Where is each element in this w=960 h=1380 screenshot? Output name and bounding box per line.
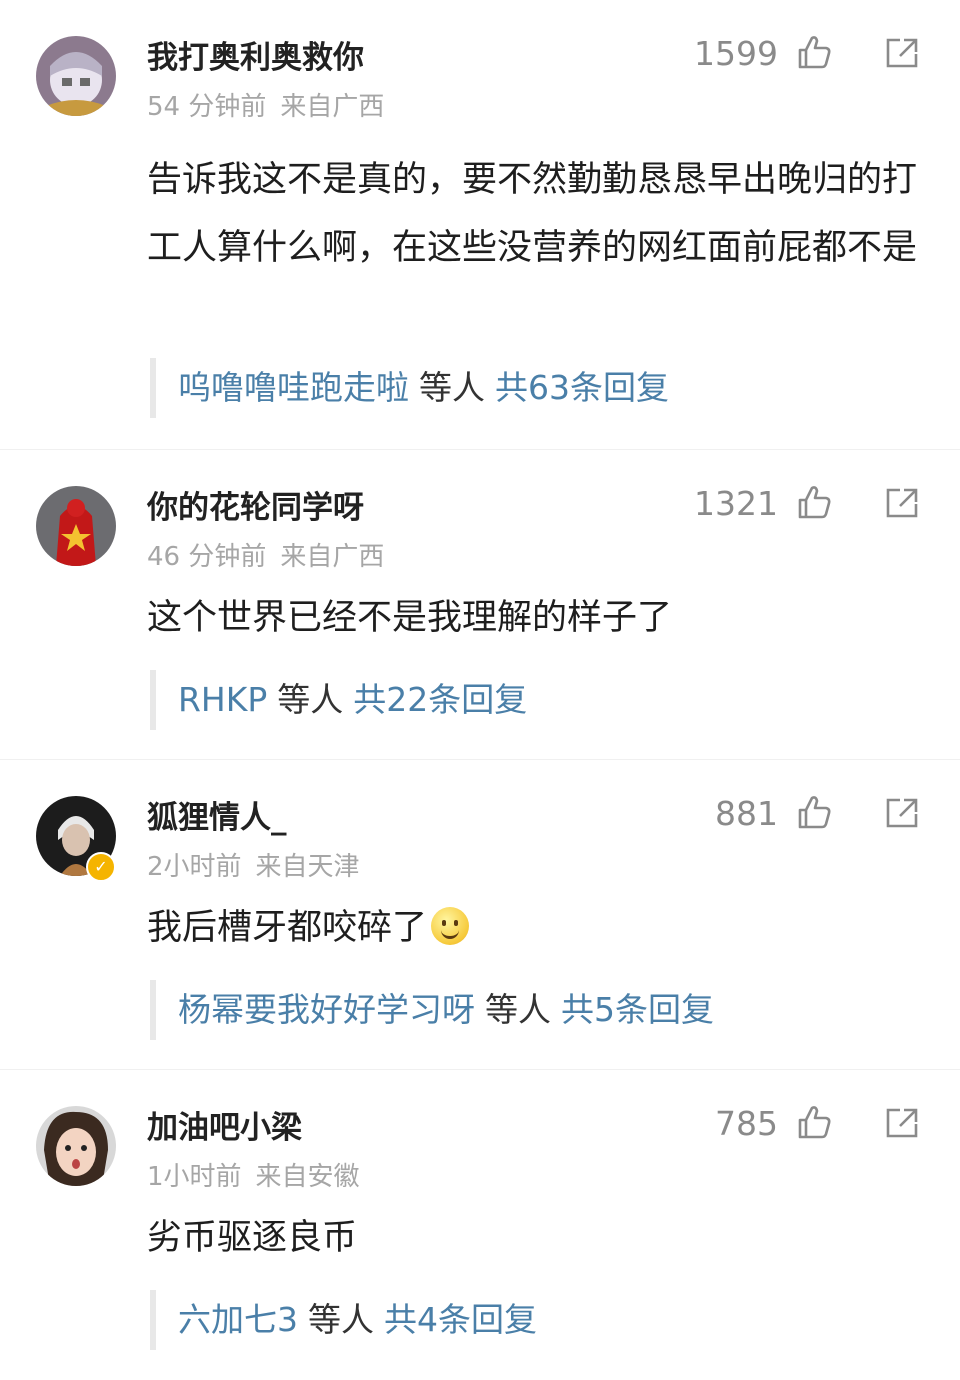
location: 来自天津	[255, 852, 360, 882]
reply-count-link[interactable]: 共4条回复	[384, 1300, 537, 1339]
avatar[interactable]	[36, 36, 116, 116]
comment-text: 这个世界已经不是我理解的样子了	[147, 598, 673, 638]
reply-count-link[interactable]: 共5条回复	[561, 990, 714, 1029]
reply-connector: 等人	[485, 990, 551, 1029]
reply-summary[interactable]: RHKP 等人 共22条回复	[150, 670, 527, 730]
thumbs-up-icon[interactable]	[796, 34, 832, 70]
reply-connector: 等人	[308, 1300, 374, 1339]
reply-names[interactable]: 六加七3	[178, 1300, 298, 1339]
thumbs-up-icon[interactable]	[796, 484, 832, 520]
like-count: 1321	[694, 484, 778, 523]
timestamp: 54 分钟前	[147, 92, 267, 122]
reply-connector: 等人	[419, 368, 485, 407]
reply-connector: 等人	[277, 680, 344, 719]
share-icon[interactable]	[884, 486, 920, 520]
comment-text-content: 我后槽牙都咬碎了	[147, 908, 428, 948]
comment-meta: 46 分钟前 来自广西	[147, 536, 384, 573]
comment-text: 劣币驱逐良币	[147, 1218, 358, 1258]
username[interactable]: 加油吧小梁	[147, 1102, 302, 1147]
comment-item: ✓ 狐狸情人_ 2小时前 来自天津 881 我后槽牙都咬碎了 杨幂要我好好学习呀等…	[0, 760, 960, 1070]
timestamp: 1小时前	[147, 1162, 242, 1192]
location: 来自广西	[280, 92, 385, 122]
verified-badge-icon: ✓	[86, 852, 116, 882]
reply-names[interactable]: RHKP	[178, 680, 267, 719]
like-count: 785	[715, 1104, 778, 1143]
share-icon[interactable]	[884, 36, 920, 70]
reply-count-link[interactable]: 共63条回复	[495, 368, 669, 407]
comment-item: 加油吧小梁 1小时前 来自安徽 785 劣币驱逐良币 六加七3 等人 共4条回复	[0, 1070, 960, 1380]
thumbs-up-icon[interactable]	[796, 1104, 832, 1140]
reply-names[interactable]: 呜噜噜哇跑走啦	[178, 368, 409, 407]
comment-item: 我打奥利奥救你 54 分钟前 来自广西 1599 告诉我这不是真的，要不然勤勤恳恳…	[0, 0, 960, 450]
username[interactable]: 你的花轮同学呀	[147, 482, 364, 527]
comment-meta: 54 分钟前 来自广西	[147, 86, 384, 123]
thumbs-up-icon[interactable]	[796, 794, 832, 830]
location: 来自安徽	[255, 1162, 360, 1192]
reply-summary[interactable]: 六加七3 等人 共4条回复	[150, 1290, 537, 1350]
timestamp: 46 分钟前	[147, 542, 267, 572]
reply-summary[interactable]: 杨幂要我好好学习呀 等人 共5条回复	[150, 980, 714, 1040]
comment-text: 告诉我这不是真的，要不然勤勤恳恳早出晚归的打工人算什么啊，在这些没营养的网红面前…	[147, 160, 918, 268]
reply-count-link[interactable]: 共22条回复	[353, 680, 527, 719]
timestamp: 2小时前	[147, 852, 242, 882]
avatar[interactable]	[36, 486, 116, 566]
comment-item: 你的花轮同学呀 46 分钟前 来自广西 1321 这个世界已经不是我理解的样子了 …	[0, 450, 960, 760]
share-icon[interactable]	[884, 796, 920, 830]
share-icon[interactable]	[884, 1106, 920, 1140]
comment-list: 我打奥利奥救你 54 分钟前 来自广西 1599 告诉我这不是真的，要不然勤勤恳恳…	[0, 0, 960, 1380]
smiley-emoji-icon	[431, 907, 470, 945]
username[interactable]: 我打奥利奥救你	[147, 32, 364, 77]
like-count: 1599	[694, 34, 778, 73]
location: 来自广西	[280, 542, 385, 572]
comment-text: 我后槽牙都咬碎了	[147, 894, 917, 962]
avatar[interactable]	[36, 1106, 116, 1186]
like-count: 881	[715, 794, 778, 833]
reply-names[interactable]: 杨幂要我好好学习呀	[178, 990, 475, 1029]
reply-summary[interactable]: 呜噜噜哇跑走啦 等人 共63条回复	[150, 358, 669, 418]
username[interactable]: 狐狸情人_	[147, 792, 287, 837]
comment-meta: 1小时前 来自安徽	[147, 1156, 360, 1193]
comment-meta: 2小时前 来自天津	[147, 846, 360, 883]
